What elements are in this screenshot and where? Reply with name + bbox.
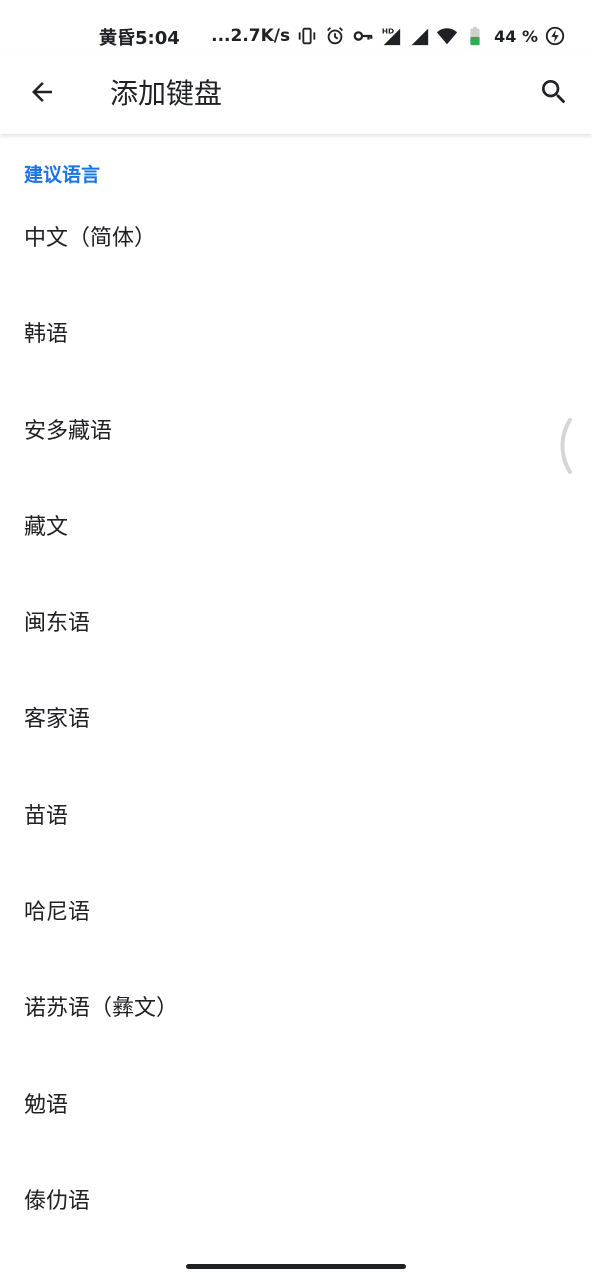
battery-percent: 44 %	[494, 26, 538, 46]
gesture-navigation-bar[interactable]	[186, 1264, 406, 1269]
language-label: 安多藏语	[24, 418, 113, 444]
language-label: 闽东语	[24, 611, 91, 637]
language-item[interactable]: 苗语	[0, 764, 592, 860]
network-speed: ...2.7K/s	[211, 26, 291, 46]
signal-icon	[411, 28, 429, 46]
language-label: 韩语	[24, 322, 69, 348]
alarm-icon	[327, 27, 344, 45]
language-item[interactable]: 安多藏语	[0, 379, 592, 475]
vibrate-icon	[298, 27, 316, 45]
language-item[interactable]: 韩语	[0, 282, 592, 378]
app-bar: 添加键盘	[0, 50, 592, 134]
back-button[interactable]	[20, 70, 64, 114]
language-item[interactable]: 勉语	[0, 1053, 592, 1149]
battery-icon	[470, 26, 480, 46]
page-title: 添加键盘	[110, 77, 223, 110]
language-label: 傣仂语	[24, 1188, 91, 1214]
language-label: 勉语	[24, 1092, 69, 1118]
arrow-back-icon	[32, 82, 52, 102]
language-label: 哈尼语	[24, 900, 91, 926]
language-list: 中文（简体） 韩语 安多藏语 藏文 闽东语 客家语 苗语 哈尼语 诺苏语（彝文）…	[0, 186, 592, 1245]
language-item[interactable]: 诺苏语（彝文）	[0, 956, 592, 1052]
charging-icon	[545, 26, 565, 46]
language-item[interactable]: 藏文	[0, 475, 592, 571]
language-label: 苗语	[24, 803, 69, 829]
wifi-icon	[437, 28, 458, 45]
search-button[interactable]	[532, 70, 576, 114]
language-item[interactable]: 中文（简体）	[0, 186, 592, 282]
language-label: 中文（简体）	[24, 226, 157, 251]
language-item[interactable]: 客家语	[0, 667, 592, 763]
vpn-key-icon	[353, 31, 373, 41]
scroll-handle[interactable]	[558, 418, 572, 474]
search-icon	[542, 80, 566, 104]
language-item[interactable]: 傣仂语	[0, 1149, 592, 1245]
language-label: 客家语	[24, 707, 91, 733]
section-header-suggested: 建议语言	[24, 164, 101, 186]
hd-signal-icon: HD	[382, 26, 401, 46]
svg-text:HD: HD	[382, 26, 394, 35]
language-label: 诺苏语（彝文）	[24, 996, 179, 1022]
language-item[interactable]: 闽东语	[0, 571, 592, 667]
status-icons: ...2.7K/s HD 44 %	[211, 24, 566, 48]
status-time: 黄昏5:04	[99, 28, 180, 49]
language-item[interactable]: 哈尼语	[0, 860, 592, 956]
language-label: 藏文	[24, 514, 69, 540]
